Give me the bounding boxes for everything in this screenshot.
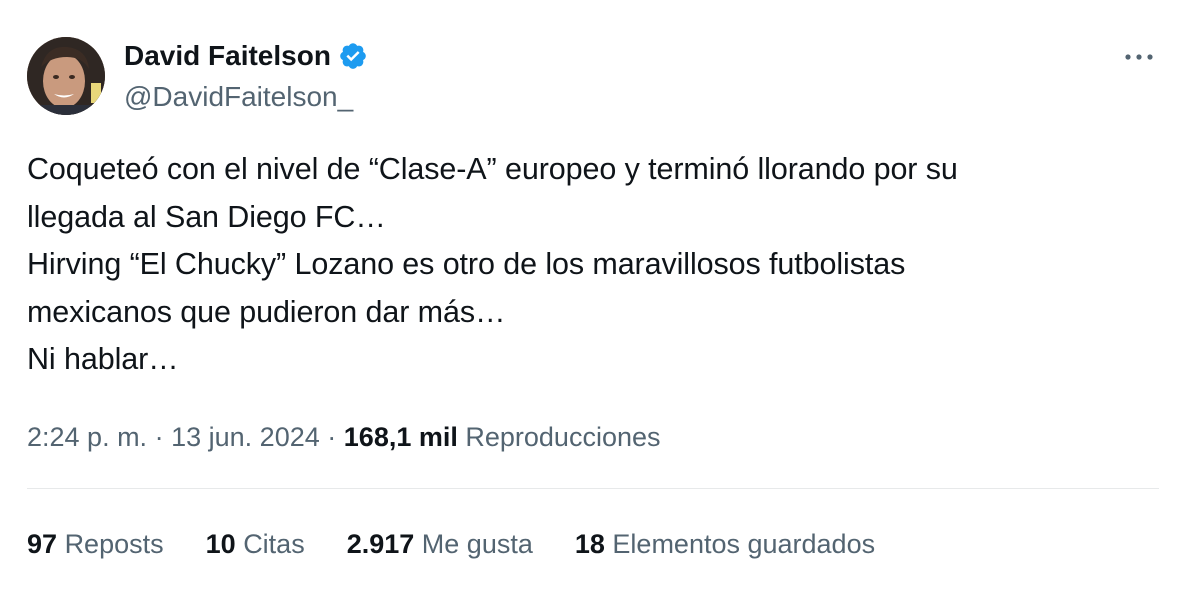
stat-label: Citas — [243, 529, 305, 559]
avatar-photo — [27, 37, 105, 115]
avatar[interactable] — [27, 37, 105, 115]
tweet-time[interactable]: 2:24 p. m. — [27, 422, 147, 452]
stat-count: 10 — [205, 529, 236, 559]
stat-count: 18 — [574, 529, 605, 559]
stat-label: Elementos guardados — [612, 529, 876, 559]
meta-separator: · — [154, 422, 164, 452]
quotes-stat[interactable]: 10 Citas — [206, 524, 305, 564]
likes-stat[interactable]: 2.917 Me gusta — [347, 524, 533, 564]
views-count: 168,1 mil — [343, 422, 458, 452]
author-handle[interactable]: @DavidFaitelson_ — [124, 79, 353, 115]
stat-count: 2.917 — [346, 529, 415, 559]
tweet-text: Coqueteó con el nivel de “Clase-A” europ… — [27, 152, 958, 376]
stat-count: 97 — [27, 529, 58, 559]
author-name-row[interactable]: David Faitelson — [124, 38, 368, 74]
reposts-stat[interactable]: 97 Reposts — [27, 524, 164, 564]
tweet: David Faitelson @DavidFaitelson_ Coquete… — [0, 0, 1186, 590]
bookmarks-stat[interactable]: 18 Elementos guardados — [575, 524, 875, 564]
more-horizontal-icon — [1125, 54, 1153, 60]
stat-label: Me gusta — [421, 529, 533, 559]
author-name[interactable]: David Faitelson — [124, 38, 331, 74]
tweet-meta: 2:24 p. m. · 13 jun. 2024 · 168,1 mil Re… — [27, 417, 661, 457]
views-label: Reproducciones — [465, 422, 661, 452]
more-options-button[interactable] — [1122, 40, 1156, 74]
stat-label: Reposts — [64, 529, 164, 559]
tweet-date[interactable]: 13 jun. 2024 — [171, 422, 320, 452]
divider — [27, 488, 1159, 489]
meta-separator: · — [327, 422, 337, 452]
engagement-stats: 97 Reposts 10 Citas 2.917 Me gusta 18 El… — [27, 524, 917, 564]
verified-badge-icon — [338, 41, 368, 71]
